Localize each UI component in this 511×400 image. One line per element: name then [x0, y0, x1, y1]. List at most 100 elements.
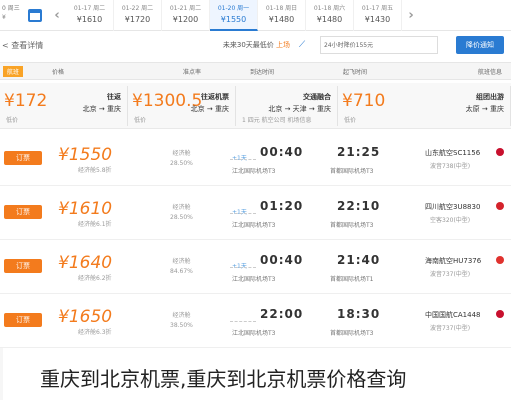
sort-tab[interactable]: 准点率	[183, 67, 201, 76]
route-line	[230, 213, 256, 214]
date-price: ¥1480	[268, 14, 295, 24]
cabin-info: 经济舱 84.67%	[170, 257, 193, 277]
sort-tab[interactable]: 价格	[52, 67, 64, 76]
cheapest-route: 北京 → 重庆	[190, 105, 229, 113]
date-edge[interactable]: 0 周三 ¥	[0, 0, 22, 31]
airline-name: 山东航空SC1156	[425, 149, 481, 157]
flight-row[interactable]: 订票 ¥1550 经济舱5.8折 经济舱 28.50% 00:40 江北国际机场T3 +1天 2…	[0, 132, 511, 186]
aircraft-type: 波音737(中型)	[430, 271, 471, 278]
date-price: ¥1200	[172, 14, 199, 24]
arrival-airport: 江北国际机场T3	[232, 222, 276, 229]
date-cell[interactable]: 01-18 周六 ¥1480	[306, 0, 354, 31]
cabin-info: 经济舱 28.50%	[170, 149, 193, 169]
date-label: 01-18 周六	[313, 4, 346, 12]
book-button[interactable]: 订票	[4, 151, 42, 165]
date-label: 01-22 周二	[121, 4, 154, 12]
cheapest-option[interactable]: ¥1300.5 低价 往返机票 北京 → 重庆	[128, 86, 236, 126]
cabin-info: 经济舱 38.50%	[170, 311, 193, 331]
airline-name: 中国国航CA1448	[425, 311, 481, 319]
future-lowest: 未来30天最低价 上场	[120, 40, 290, 50]
cabin-line: 38.50%	[170, 322, 193, 329]
sort-tab[interactable]: 航班	[3, 66, 24, 77]
date-label: 01-17 周五	[361, 4, 394, 12]
view-details-link[interactable]: < 查看详情	[0, 40, 120, 51]
cheapest-option[interactable]: ¥172 低价 往返 北京 → 重庆	[0, 86, 128, 126]
date-cell[interactable]: 01-17 周五 ¥1430	[354, 0, 402, 31]
cheapest-type: 交通融合	[303, 93, 331, 101]
date-price: ¥1610	[76, 14, 103, 24]
date-bar: 0 周三 ¥ ‹ 01-17 周二 ¥1610 01-22 周二 ¥1720 01-21…	[0, 0, 511, 31]
date-cell[interactable]: 01-18 周日 ¥1480	[258, 0, 306, 31]
date-list: 01-17 周二 ¥1610 01-22 周二 ¥1720 01-21 周二 ¥1200 0…	[66, 0, 402, 31]
sort-tabs: 航班 价格 准点率 到达时间 起飞时间 航班信息	[0, 62, 511, 80]
trend-chart-icon[interactable]: ⟋	[290, 40, 314, 50]
airline-name: 四川航空3U8830	[425, 203, 481, 211]
cabin-line: 经济舱	[172, 204, 191, 211]
aircraft-type: 波音737(中型)	[430, 325, 471, 332]
date-cell[interactable]: 01-17 周二 ¥1610	[66, 0, 114, 31]
arrival-time: 22:00	[260, 307, 304, 321]
price-note: 经济舱6.3折	[78, 329, 112, 336]
cheapest-route: 太原 → 重庆	[465, 105, 504, 113]
cheapest-type: 组团出游	[476, 93, 504, 101]
date-price: ¥1480	[316, 14, 343, 24]
cabin-line: 经济舱	[172, 258, 191, 265]
route-line	[230, 267, 256, 268]
sort-tab[interactable]: 到达时间	[250, 67, 274, 76]
cheapest-type: 往返机票	[201, 93, 229, 101]
book-button[interactable]: 订票	[4, 259, 42, 273]
departure-airport: 首都国际机场T1	[330, 276, 374, 283]
flight-price: ¥1610	[58, 199, 113, 219]
date-label: 01-21 周二	[169, 4, 202, 12]
cabin-info: 经济舱 28.50%	[170, 203, 193, 223]
cheapest-route: 北京 → 天津 → 重庆	[268, 105, 331, 113]
route-line	[230, 321, 256, 322]
cheapest-sub: 1 四元 航空公司 机场信息	[242, 117, 312, 124]
cheapest-options: ¥172 低价 往返 北京 → 重庆 ¥1300.5 低价 往返机票 北京 → 重庆 1 四元 …	[0, 83, 511, 129]
airline-name: 海南航空HU7376	[425, 257, 482, 265]
date-label: 01-18 周日	[265, 4, 298, 12]
price-note: 经济舱6.2折	[78, 275, 112, 282]
cabin-line: 84.67%	[170, 268, 193, 275]
toolbar: < 查看详情 未来30天最低价 上场 ⟋ 24小时降价155元 降价通知	[0, 33, 511, 57]
cabin-line: 28.50%	[170, 160, 193, 167]
caption-watermark: 重庆到北京机票,重庆到北京机票价格查询	[40, 367, 407, 391]
next-day-badge: +1天	[232, 155, 247, 162]
airline-logo-icon	[496, 256, 504, 264]
chevron-right-icon[interactable]: ›	[402, 0, 420, 31]
price-note: 经济舱6.1折	[78, 221, 112, 228]
cabin-line: 经济舱	[172, 312, 191, 319]
date-label: 01-20 周一	[217, 4, 250, 12]
date-price: ¥1720	[124, 14, 151, 24]
book-button[interactable]: 订票	[4, 205, 42, 219]
departure-airport: 首都国际机场T3	[330, 222, 374, 229]
date-cell[interactable]: 01-21 周二 ¥1200	[162, 0, 210, 31]
calendar-icon[interactable]	[22, 0, 48, 31]
date-cell[interactable]: 01-20 周一 ¥1550	[210, 0, 258, 31]
cheapest-option[interactable]: 1 四元 航空公司 机场信息 交通融合北京 → 天津 → 重庆	[236, 86, 338, 126]
airline-logo-icon	[496, 148, 504, 156]
departure-airport: 首都国际机场T3	[330, 168, 374, 175]
cheapest-price: ¥172	[4, 91, 48, 111]
arrival-time: 00:40	[260, 145, 304, 159]
date-price: ¥1550	[220, 14, 247, 24]
flight-row[interactable]: 订票 ¥1650 经济舱6.3折 经济舱 38.50% 22:00 江北国际机场T3 18:3…	[0, 294, 511, 348]
date-label: 01-17 周二	[73, 4, 106, 12]
flight-row[interactable]: 订票 ¥1610 经济舱6.1折 经济舱 28.50% 01:20 江北国际机场T3 +1天 2…	[0, 186, 511, 240]
flight-price: ¥1650	[58, 307, 113, 327]
sort-tab[interactable]: 航班信息	[478, 67, 502, 76]
chevron-left-icon[interactable]: ‹	[48, 0, 66, 31]
airline-logo-icon	[496, 310, 504, 318]
airline-logo-icon	[496, 202, 504, 210]
departure-time: 21:25	[337, 145, 381, 159]
departure-time: 21:40	[337, 253, 381, 267]
sort-tab[interactable]: 起飞时间	[343, 67, 367, 76]
cheapest-option[interactable]: ¥710 低价 组团出游 太原 → 重庆	[338, 86, 511, 126]
flight-row[interactable]: 订票 ¥1640 经济舱6.2折 经济舱 84.67% 00:40 江北国际机场T3 +1天 2…	[0, 240, 511, 294]
price-alert-button[interactable]: 降价通知	[456, 36, 504, 54]
price-drop-info: 24小时降价155元	[320, 36, 438, 54]
next-day-badge: +1天	[232, 209, 247, 216]
date-cell[interactable]: 01-22 周二 ¥1720	[114, 0, 162, 31]
departure-airport: 首都国际机场T3	[330, 330, 374, 337]
book-button[interactable]: 订票	[4, 313, 42, 327]
